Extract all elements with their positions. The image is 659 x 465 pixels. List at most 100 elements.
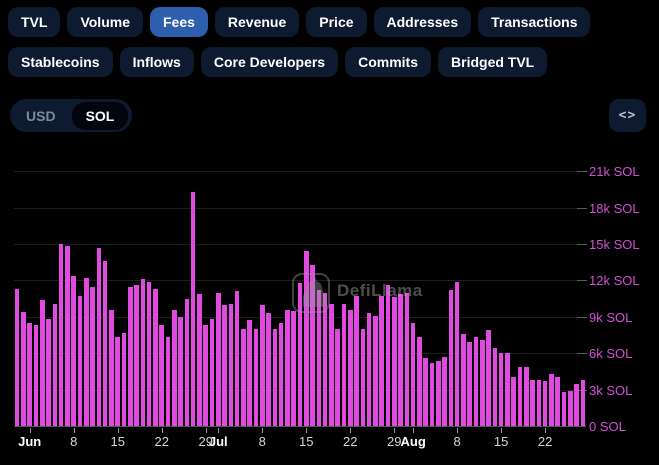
fees-bar-chart[interactable] [14,151,586,427]
fee-bar [493,348,498,426]
y-axis-label: 0 SOL [589,419,626,434]
fee-bar [65,246,70,426]
fee-bar [411,323,416,426]
gridline [14,208,586,209]
fee-bar [317,290,322,426]
fee-bar [423,358,428,426]
fee-bar [172,310,177,426]
y-axis-label: 9k SOL [589,310,632,325]
fee-bar [128,287,133,426]
fee-bar [34,325,39,426]
x-axis-label: 22 [343,434,357,449]
tab-addresses[interactable]: Addresses [374,7,472,37]
fee-bar [260,305,265,426]
fee-bar [405,293,410,426]
tab-tvl[interactable]: TVL [8,7,60,37]
currency-option-sol[interactable]: SOL [72,102,129,130]
y-tick-mark [577,353,587,354]
fee-bar [568,391,573,426]
tab-inflows[interactable]: Inflows [120,47,194,77]
tab-stablecoins[interactable]: Stablecoins [8,47,113,77]
fee-bar [474,337,479,426]
fee-bar [361,329,366,426]
x-axis-line [14,426,586,427]
y-tick-mark [577,244,587,245]
fee-bar [241,329,246,426]
fee-bar [122,333,127,426]
tab-commits[interactable]: Commits [345,47,431,77]
x-axis-label: Jul [209,434,228,449]
fees-dashboard: TVLVolumeFeesRevenuePrice AddressesTransa… [0,0,659,465]
fee-bar [555,377,560,426]
tab-transactions[interactable]: Transactions [478,7,590,37]
fee-bar [285,310,290,426]
tab-bridged-tvl[interactable]: Bridged TVL [438,47,547,77]
fee-bar [436,361,441,427]
fee-bar [134,285,139,426]
fee-bar [524,367,529,426]
y-axis-label: 12k SOL [589,273,640,288]
fee-bar [21,312,26,426]
fee-bar [84,278,89,426]
fee-bar [53,304,58,427]
fee-bar [367,313,372,426]
fee-bar [442,357,447,426]
fee-bar [279,323,284,426]
fee-bar [27,323,32,426]
x-axis-label: 22 [538,434,552,449]
fee-bar [78,296,83,426]
fee-bar [229,304,234,427]
fee-bar [430,363,435,426]
tab-revenue[interactable]: Revenue [215,7,299,37]
y-axis-label: 18k SOL [589,201,640,216]
fee-bar [467,342,472,426]
x-axis-label: 8 [259,434,266,449]
currency-toggle: USDSOL [10,99,132,132]
tab-fees[interactable]: Fees [150,7,208,37]
fee-bar [103,261,108,426]
fee-bar [166,337,171,426]
fee-bar [386,285,391,426]
fee-bar [310,265,315,426]
x-tick-mark [74,428,75,433]
x-tick-mark [262,428,263,433]
x-tick-mark [350,428,351,433]
fee-bar [71,276,76,426]
embed-code-button[interactable]: <> [609,99,646,132]
fee-bar [153,289,158,426]
x-tick-mark [413,428,414,433]
fee-bar [40,300,45,426]
fee-bar [392,297,397,426]
currency-option-usd[interactable]: USD [12,108,70,124]
fee-bar [178,317,183,426]
fee-bar [291,311,296,426]
fee-bar [109,310,114,426]
x-tick-mark [30,428,31,433]
fee-bar [147,282,152,426]
x-tick-mark [306,428,307,433]
fee-bar [518,367,523,426]
gridline [14,171,586,172]
fee-bar [530,380,535,426]
y-tick-mark [577,208,587,209]
metric-tabs-row2: StablecoinsInflowsCore DevelopersCommits… [8,47,547,77]
x-tick-mark [545,428,546,433]
fee-bar [115,337,120,426]
fee-bar [581,380,586,426]
fee-bar [203,325,208,426]
fee-bar [298,283,303,426]
tab-core-developers[interactable]: Core Developers [201,47,338,77]
fee-bar [273,329,278,426]
fee-bar [342,304,347,427]
tab-price[interactable]: Price [306,7,366,37]
tab-volume[interactable]: Volume [67,7,143,37]
fee-bar [449,290,454,426]
fee-bar [543,381,548,426]
y-axis-label: 3k SOL [589,383,632,398]
x-axis-label: Aug [401,434,426,449]
fee-bar [235,291,240,426]
metric-tabs-row1: TVLVolumeFeesRevenuePrice AddressesTransa… [8,7,590,37]
x-tick-mark [118,428,119,433]
x-tick-mark [394,428,395,433]
fee-bar [159,325,164,426]
